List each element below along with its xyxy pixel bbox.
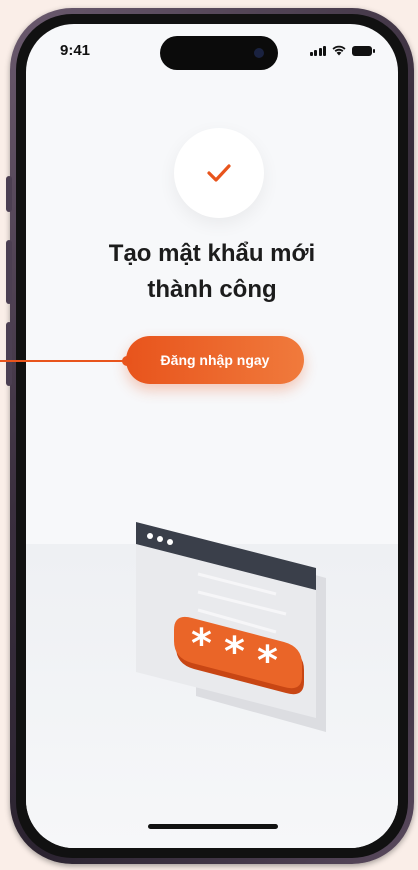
password-illustration: * * *: [136, 522, 326, 732]
home-indicator: [148, 824, 278, 829]
battery-icon: [352, 46, 375, 56]
success-check-circle: [174, 128, 264, 218]
success-title-line1: Tạo mật khẩu mới: [108, 240, 316, 267]
login-now-button[interactable]: Đăng nhập ngay: [126, 336, 304, 384]
wifi-icon: [332, 45, 346, 56]
volume-up-button: [6, 240, 12, 304]
annotation-pointer-dot: [122, 356, 132, 366]
annotation-pointer-line: [0, 360, 126, 362]
checkmark-icon: [207, 164, 231, 182]
screen: 9:41 Tạo mật khẩu mới thành công Đăng nh…: [26, 24, 398, 848]
status-time: 9:41: [60, 42, 91, 59]
svg-text:*: *: [224, 629, 245, 675]
camera-icon: [254, 48, 264, 58]
dynamic-island: [160, 36, 278, 70]
svg-text:*: *: [257, 638, 278, 684]
svg-text:*: *: [191, 621, 212, 667]
volume-down-button: [6, 322, 12, 386]
mute-switch: [6, 176, 12, 212]
status-icons: [309, 44, 375, 56]
signal-icon: [309, 46, 326, 56]
success-title-line2: thành công: [147, 276, 277, 303]
